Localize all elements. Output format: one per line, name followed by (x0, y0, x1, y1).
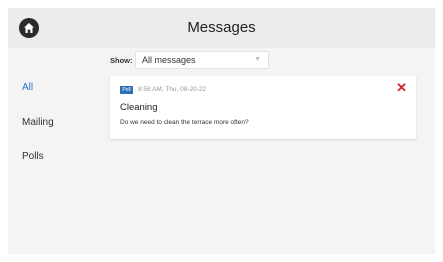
filter-selected-value: All messages (142, 55, 196, 65)
delete-message-button[interactable]: ✕ (396, 81, 407, 94)
chevron-down-icon: ▼ (254, 56, 261, 63)
message-body: Do we need to clean the terrace more oft… (120, 119, 249, 126)
message-card[interactable]: Poll 8:58 AM, Thu, 08-20-22 Cleaning Do … (110, 76, 416, 139)
message-title: Cleaning (120, 102, 158, 113)
sidebar-item-all[interactable]: All (22, 82, 33, 93)
sidebar-item-mailing[interactable]: Mailing (22, 117, 54, 128)
sidebar-item-polls[interactable]: Polls (22, 151, 44, 162)
page-title: Messages (187, 19, 256, 36)
message-filter-select[interactable]: All messages ▼ (135, 51, 269, 69)
filter-label: Show: (110, 56, 133, 65)
header-bar: Messages (8, 8, 435, 48)
close-icon: ✕ (396, 80, 407, 95)
message-timestamp: 8:58 AM, Thu, 08-20-22 (138, 86, 207, 93)
app-frame: Messages All Mailing Polls Show: All mes… (8, 8, 435, 254)
poll-badge: Poll (120, 86, 133, 94)
